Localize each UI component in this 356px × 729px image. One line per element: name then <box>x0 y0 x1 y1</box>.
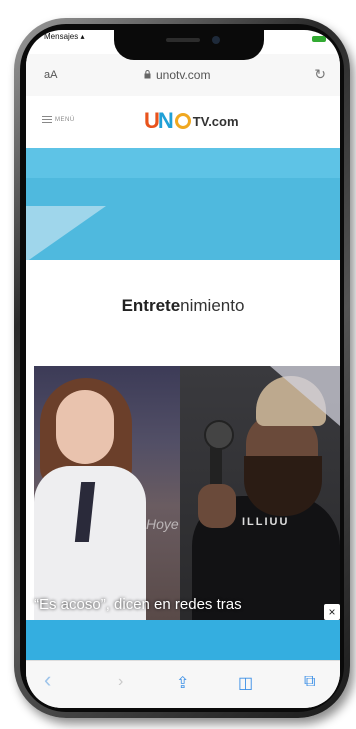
microphone-icon <box>204 420 234 450</box>
section-header: Entretenimiento <box>26 260 340 360</box>
share-icon[interactable]: ⇪ <box>176 673 189 693</box>
photo-bg-text: Hoye <box>146 516 179 532</box>
blue-banner <box>26 148 340 260</box>
speaker-grille <box>166 38 200 42</box>
status-back-link[interactable]: Mensajes ▴ <box>44 32 85 41</box>
hamburger-icon <box>42 116 52 124</box>
hero-photo-left: Hoye <box>34 366 180 620</box>
unotv-logo[interactable]: U N TV.com <box>144 108 239 134</box>
back-arrow-icon[interactable]: ‹ <box>44 667 51 693</box>
reader-settings-button[interactable]: aA <box>44 69 57 81</box>
lock-icon <box>144 70 151 79</box>
safari-toolbar: ‹ › ⇪ ◫ ⧉ <box>26 660 340 708</box>
ad-banner[interactable] <box>26 620 340 660</box>
hero-photo-right: ILLIUU <box>180 366 340 620</box>
bookmarks-icon[interactable]: ◫ <box>238 673 253 693</box>
battery-icon <box>312 36 326 42</box>
banner-triangle <box>26 206 106 260</box>
menu-label: MENÚ <box>55 117 75 123</box>
tabs-icon[interactable]: ⧉ <box>304 673 315 691</box>
site-header: MENÚ U N TV.com <box>26 96 340 148</box>
phone-screen: Mensajes ▴ aA unotv.com ↻ MENÚ U N TV.co… <box>26 30 340 708</box>
forward-arrow-icon[interactable]: › <box>118 673 123 691</box>
menu-button[interactable]: MENÚ <box>42 116 75 124</box>
phone-notch <box>114 30 264 60</box>
close-icon[interactable]: × <box>324 604 340 620</box>
front-camera <box>212 36 220 44</box>
safari-address-bar[interactable]: aA unotv.com ↻ <box>26 54 340 97</box>
logo-suffix: TV.com <box>192 113 239 129</box>
section-title: Entretenimiento <box>121 296 245 315</box>
photo-face <box>56 390 114 464</box>
article-hero-image[interactable]: Hoye ILLIUU <box>34 366 340 620</box>
photo-hand <box>198 484 236 528</box>
article-headline[interactable]: “Es acoso”, dicen en redes tras <box>34 596 324 613</box>
reload-icon[interactable]: ↻ <box>314 66 326 83</box>
shirt-text: ILLIUU <box>242 516 290 528</box>
banner-band <box>26 148 340 178</box>
photo-glare <box>270 366 340 426</box>
logo-letter-n: N <box>157 108 174 133</box>
logo-ring-icon <box>174 113 191 129</box>
url-domain[interactable]: unotv.com <box>156 68 210 82</box>
